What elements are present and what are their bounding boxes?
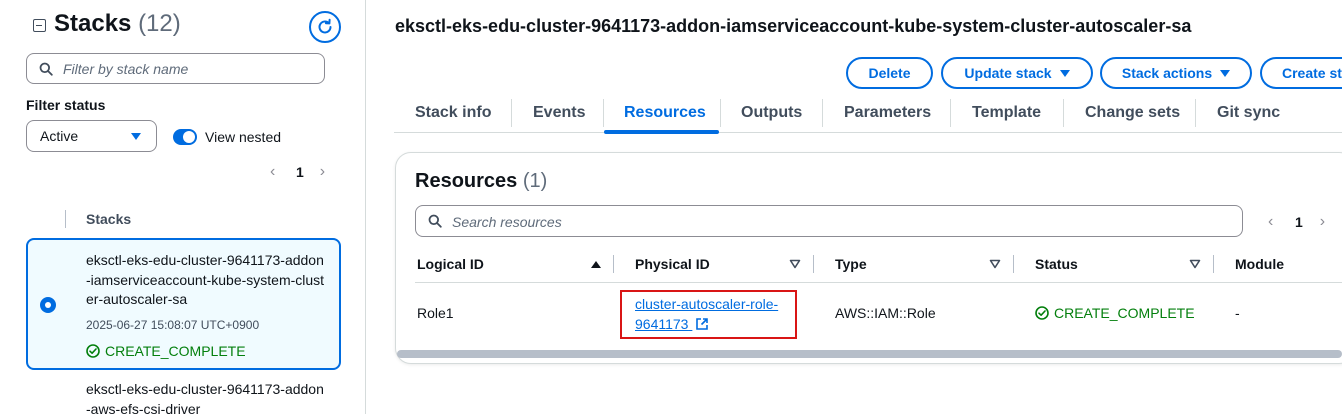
resources-count: (1): [522, 170, 548, 192]
previous-page-icon[interactable]: ‹: [270, 164, 280, 180]
stack-filter-input[interactable]: [63, 58, 313, 80]
tab-divider: [950, 99, 951, 127]
resources-title: Resources: [415, 170, 518, 192]
stack-date: 2025-06-27 15:08:07 UTC+0900: [86, 318, 260, 332]
column-divider: [65, 210, 66, 228]
stacks-pagination: ‹ 1 ›: [270, 164, 330, 181]
view-nested-toggle[interactable]: [173, 129, 197, 145]
stacks-panel: Stacks (12) Filter status Active View ne…: [0, 0, 366, 414]
filter-status-value: Active: [40, 128, 79, 144]
column-divider: [1013, 255, 1014, 273]
sort-icon[interactable]: [989, 259, 1001, 269]
view-nested-label: View nested: [205, 129, 282, 145]
update-stack-button[interactable]: Update stack: [941, 57, 1093, 89]
resources-heading: Resources (1): [415, 170, 547, 193]
search-icon: [39, 62, 53, 76]
column-header-logical-id[interactable]: Logical ID: [417, 256, 484, 272]
column-header-physical-id[interactable]: Physical ID: [635, 256, 710, 272]
column-divider: [1213, 255, 1214, 273]
tab-events[interactable]: Events: [533, 95, 585, 133]
delete-button-label: Delete: [868, 65, 911, 81]
external-link-icon: [696, 318, 709, 330]
success-icon: [1035, 306, 1049, 320]
tab-divider: [1195, 99, 1196, 127]
tab-outputs[interactable]: Outputs: [741, 95, 802, 133]
update-stack-label: Update stack: [964, 65, 1052, 81]
column-divider: [613, 255, 614, 273]
module-cell: -: [1235, 305, 1240, 321]
previous-page-icon[interactable]: ‹: [1268, 214, 1278, 230]
chevron-down-icon: [1220, 69, 1231, 77]
tab-divider: [822, 99, 823, 127]
column-header-type[interactable]: Type: [835, 256, 867, 272]
stack-status-text: CREATE_COMPLETE: [105, 343, 246, 359]
resources-search-field[interactable]: [415, 205, 1243, 237]
column-divider: [813, 255, 814, 273]
create-stack-button[interactable]: Create stack: [1260, 57, 1342, 89]
tab-divider: [511, 99, 512, 127]
stack-name: eksctl-eks-edu-cluster-9641173-addon-iam…: [86, 252, 325, 307]
filter-status-label: Filter status: [26, 97, 106, 113]
horizontal-scrollbar[interactable]: [397, 350, 1342, 358]
physical-id-link[interactable]: cluster-autoscaler-role- 9641173: [635, 294, 778, 334]
refresh-icon: [318, 18, 332, 34]
active-tab-indicator: [604, 130, 719, 134]
resources-page-number[interactable]: 1: [1295, 214, 1303, 230]
tab-change-sets[interactable]: Change sets: [1085, 95, 1180, 133]
physical-id-line1: cluster-autoscaler-role-: [635, 296, 779, 312]
tab-divider: [603, 99, 604, 127]
stacks-count: (12): [138, 10, 181, 37]
stack-filter-field[interactable]: [26, 53, 325, 84]
tab-template[interactable]: Template: [972, 95, 1041, 133]
tab-stack-info[interactable]: Stack info: [415, 95, 491, 133]
tab-resources[interactable]: Resources: [624, 95, 706, 133]
column-header-module[interactable]: Module: [1235, 256, 1284, 272]
success-icon: [86, 344, 100, 358]
column-header-status[interactable]: Status: [1035, 256, 1078, 272]
page-title: eksctl-eks-edu-cluster-9641173-addon-iam…: [395, 16, 1192, 36]
sort-ascending-icon[interactable]: [590, 259, 602, 269]
search-icon: [428, 214, 442, 228]
table-header-divider: [415, 282, 1342, 283]
tab-parameters[interactable]: Parameters: [844, 95, 931, 133]
stacks-page-number[interactable]: 1: [296, 164, 304, 180]
status-text: CREATE_COMPLETE: [1054, 305, 1195, 321]
filter-status-select[interactable]: Active: [26, 120, 157, 152]
sort-icon[interactable]: [789, 259, 801, 269]
stack-radio-selected[interactable]: [40, 297, 56, 313]
next-page-icon[interactable]: ›: [1320, 214, 1330, 230]
stack-list-item[interactable]: eksctl-eks-edu-cluster-9641173-addon-aws…: [86, 380, 326, 414]
physical-id-line2: 9641173: [635, 316, 689, 332]
tab-divider: [720, 99, 721, 127]
create-stack-label: Create stack: [1282, 65, 1342, 81]
refresh-button[interactable]: [309, 11, 341, 43]
collapse-panel-icon[interactable]: [33, 19, 46, 32]
stack-name: eksctl-eks-edu-cluster-9641173-addon-aws…: [86, 381, 324, 414]
stacks-title: Stacks: [54, 10, 132, 37]
logical-id-cell: Role1: [417, 305, 454, 321]
resources-pagination: ‹ 1 ›: [1268, 214, 1330, 231]
next-page-icon[interactable]: ›: [320, 164, 330, 180]
type-cell: AWS::IAM::Role: [835, 305, 936, 321]
stack-list-item-selected[interactable]: eksctl-eks-edu-cluster-9641173-addon-iam…: [26, 238, 341, 370]
chevron-down-icon: [131, 133, 141, 140]
status-cell: CREATE_COMPLETE: [1035, 305, 1195, 321]
tab-divider: [1063, 99, 1064, 127]
resources-search-input[interactable]: [452, 211, 1212, 233]
stacks-column-header: Stacks: [86, 211, 132, 227]
stack-actions-label: Stack actions: [1121, 65, 1213, 81]
sort-icon[interactable]: [1189, 259, 1201, 269]
stack-actions-button[interactable]: Stack actions: [1100, 57, 1252, 89]
stack-status: CREATE_COMPLETE: [86, 343, 246, 359]
chevron-down-icon: [1059, 69, 1070, 77]
tab-git-sync[interactable]: Git sync: [1217, 95, 1280, 133]
delete-button[interactable]: Delete: [846, 57, 933, 89]
stacks-heading: Stacks (12): [54, 10, 181, 38]
